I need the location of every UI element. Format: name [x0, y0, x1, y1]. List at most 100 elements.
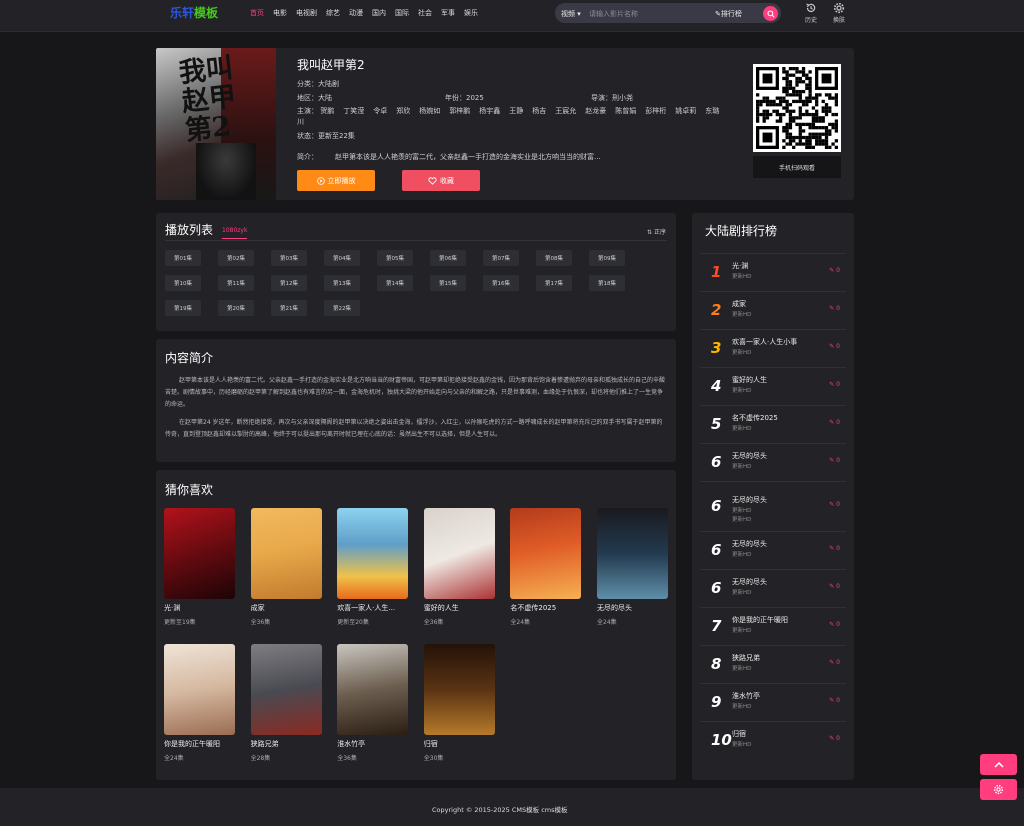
rank-item-title[interactable]: 名不虚传2025 — [732, 413, 778, 423]
episode-button[interactable]: 第13集 — [324, 275, 360, 291]
episode-button[interactable]: 第17集 — [536, 275, 572, 291]
back-to-top-button[interactable] — [980, 754, 1017, 775]
recommend-poster[interactable] — [510, 508, 582, 599]
nav-item-society[interactable]: 社会 — [418, 8, 432, 18]
recommend-poster[interactable] — [597, 508, 668, 599]
episode-button[interactable]: 第18集 — [589, 275, 625, 291]
settings-fab-button[interactable] — [980, 779, 1017, 800]
ranking-item[interactable]: 6 无尽的尽头 更新HD ✎ 0 — [700, 443, 846, 481]
episode-button[interactable]: 第06集 — [430, 250, 466, 266]
recommend-poster[interactable] — [250, 508, 322, 599]
episode-button[interactable]: 第10集 — [165, 275, 201, 291]
nav-item-anime[interactable]: 动漫 — [349, 8, 363, 18]
cast-member[interactable]: 郭梓鹏 — [449, 107, 470, 115]
nav-item-military[interactable]: 军事 — [441, 8, 455, 18]
rank-item-title[interactable]: 无尽的尽头 — [732, 577, 767, 587]
sort-button[interactable]: ⇅ 正序 — [647, 227, 666, 236]
ranking-item[interactable]: 6 无尽的尽头 更新HD ✎ 0 — [700, 569, 846, 607]
rank-item-title[interactable]: 淮水竹亭 — [732, 691, 760, 701]
episode-button[interactable]: 第04集 — [324, 250, 360, 266]
rank-item-title[interactable]: 归宿 — [732, 729, 746, 739]
episode-button[interactable]: 第08集 — [536, 250, 572, 266]
nav-item-variety[interactable]: 综艺 — [326, 8, 340, 18]
ranking-item[interactable]: 5 名不虚传2025 更新HD ✎ 0 — [700, 405, 846, 443]
episode-button[interactable]: 第21集 — [271, 300, 307, 316]
nav-item-home[interactable]: 首页 — [250, 8, 264, 18]
nav-item-international[interactable]: 国际 — [395, 8, 409, 18]
cast-member[interactable]: 赵龙豪 — [585, 107, 606, 115]
nav-item-movie[interactable]: 电影 — [273, 8, 287, 18]
cast-member[interactable]: 杨吉 — [532, 107, 546, 115]
recommend-poster[interactable] — [337, 644, 409, 735]
episode-button[interactable]: 第16集 — [483, 275, 519, 291]
source-tab[interactable]: 1080zyk — [222, 227, 247, 234]
cast-member[interactable]: 王宸允 — [555, 107, 576, 115]
episode-button[interactable]: 第14集 — [377, 275, 413, 291]
recommend-card-title[interactable]: 名不虚传2025 — [510, 603, 582, 613]
recommend-poster[interactable] — [164, 508, 235, 599]
cast-member[interactable]: 陈曾娟 — [615, 107, 636, 115]
recommend-card-title[interactable]: 淮水竹亭 — [337, 739, 409, 749]
episode-button[interactable]: 第20集 — [218, 300, 254, 316]
recommend-card-title[interactable]: 狭路兄弟 — [251, 739, 323, 749]
cast-member[interactable]: 贺鹏 — [320, 107, 334, 115]
recommend-poster[interactable] — [337, 508, 409, 599]
recommend-card-title[interactable]: 欢喜一家人·人生... — [337, 603, 409, 613]
ranking-item[interactable]: 2 成家 更新HD ✎ 0 — [700, 291, 846, 329]
recommend-poster[interactable] — [164, 644, 235, 735]
nav-item-entertainment[interactable]: 娱乐 — [464, 8, 478, 18]
recommend-card[interactable]: 蜜好的人生 全36集 — [423, 508, 496, 626]
recommend-card-title[interactable]: 你是我的正午暖阳 — [164, 739, 236, 749]
recommend-poster[interactable] — [423, 508, 495, 599]
cast-member[interactable]: 王静 — [509, 107, 523, 115]
cast-member[interactable]: 彭梓桁 — [645, 107, 666, 115]
recommend-card-title[interactable]: 归宿 — [424, 739, 496, 749]
episode-button[interactable]: 第15集 — [430, 275, 466, 291]
episode-button[interactable]: 第07集 — [483, 250, 519, 266]
nav-item-tv[interactable]: 电视剧 — [296, 8, 317, 18]
search-button[interactable] — [763, 6, 778, 21]
rank-item-title[interactable]: 无尽的尽头 — [732, 495, 767, 505]
recommend-card-title[interactable]: 蜜好的人生 — [424, 603, 496, 613]
ranking-item[interactable]: 10 归宿 更新HD ✎ 0 — [700, 721, 846, 759]
cast-member[interactable]: 杨宇鑫 — [479, 107, 500, 115]
video-poster[interactable]: 我叫赵甲第2 — [156, 48, 276, 200]
site-logo[interactable]: 乐轩模板 — [170, 4, 218, 21]
skin-button[interactable]: 换肤 — [829, 2, 849, 24]
ranking-item[interactable]: 9 淮水竹亭 更新HD ✎ 0 — [700, 683, 846, 721]
rank-item-title[interactable]: 你是我的正午暖阳 — [732, 615, 788, 625]
rank-item-title[interactable]: 欢喜一家人·人生小事 — [732, 337, 797, 347]
episode-button[interactable]: 第03集 — [271, 250, 307, 266]
ranking-item[interactable]: 3 欢喜一家人·人生小事 更新HD ✎ 0 — [700, 329, 846, 367]
cast-member[interactable]: 姚卓莉 — [675, 107, 696, 115]
rank-item-title[interactable]: 成家 — [732, 299, 746, 309]
recommend-card[interactable]: 淮水竹亭 全36集 — [337, 644, 409, 762]
recommend-card[interactable]: 光·渊 更新至19集 — [164, 508, 236, 626]
recommend-card[interactable]: 名不虚传2025 全24集 — [510, 508, 582, 626]
history-button[interactable]: 历史 — [801, 2, 821, 24]
recommend-card[interactable]: 你是我的正午暖阳 全24集 — [164, 644, 236, 762]
ranking-item[interactable]: 7 你是我的正午暖阳 更新HD ✎ 0 — [700, 607, 846, 645]
ranking-item[interactable]: 4 蜜好的人生 更新HD ✎ 0 — [700, 367, 846, 405]
episode-button[interactable]: 第19集 — [165, 300, 201, 316]
recommend-poster[interactable] — [250, 644, 322, 735]
nav-item-domestic[interactable]: 国内 — [372, 8, 386, 18]
episode-button[interactable]: 第12集 — [271, 275, 307, 291]
recommend-card-title[interactable]: 光·渊 — [164, 603, 236, 613]
rank-item-title[interactable]: 蜜好的人生 — [732, 375, 767, 385]
cast-member[interactable]: 令卓 — [373, 107, 387, 115]
cast-member[interactable]: 郑欣 — [396, 107, 410, 115]
favorite-button[interactable]: 收藏 — [402, 170, 480, 191]
cast-member[interactable]: 丁笑滢 — [343, 107, 364, 115]
rank-item-title[interactable]: 狭路兄弟 — [732, 653, 760, 663]
recommend-card[interactable]: 欢喜一家人·人生... 更新至20集 — [337, 508, 409, 626]
recommend-card[interactable]: 狭路兄弟 全28集 — [250, 644, 323, 762]
search-input[interactable]: 请输入影片名称 — [589, 9, 638, 19]
rank-item-title[interactable]: 光·渊 — [732, 261, 748, 271]
episode-button[interactable]: 第11集 — [218, 275, 254, 291]
ranking-item[interactable]: 6 无尽的尽头 更新HD 更新HD ✎ 0 — [700, 481, 846, 531]
ranking-item[interactable]: 1 光·渊 更新HD ✎ 0 — [700, 253, 846, 291]
episode-button[interactable]: 第02集 — [218, 250, 254, 266]
recommend-card-title[interactable]: 无尽的尽头 — [597, 603, 669, 613]
rank-item-title[interactable]: 无尽的尽头 — [732, 451, 767, 461]
